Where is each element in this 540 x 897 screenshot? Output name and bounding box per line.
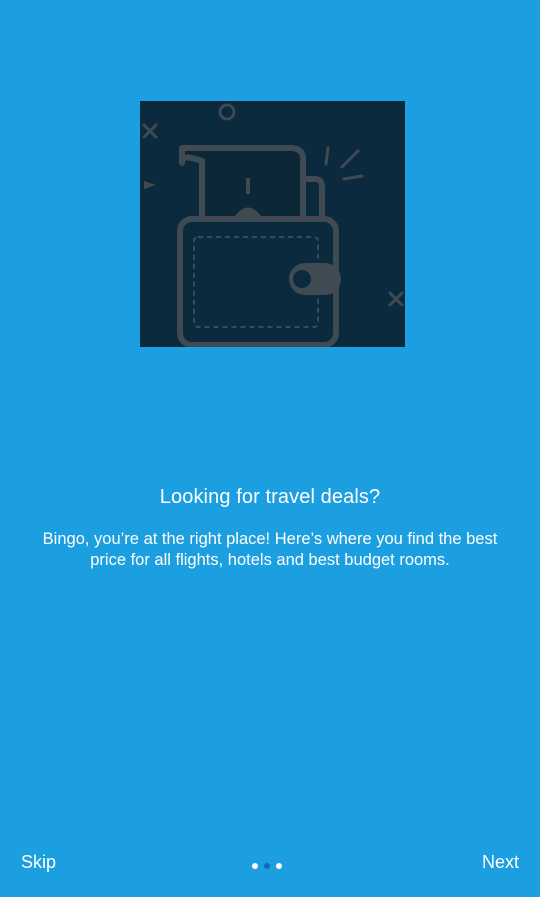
page-dot-1	[252, 863, 258, 869]
onboarding-description: Bingo, you’re at the right place! Here’s…	[42, 530, 498, 569]
page-dot-3	[276, 863, 282, 869]
page-dot-2-active	[264, 863, 270, 869]
skip-button[interactable]: Skip	[21, 852, 56, 873]
page-indicator	[252, 863, 282, 869]
next-button[interactable]: Next	[482, 852, 519, 873]
wallet-with-tickets-icon	[140, 101, 405, 347]
onboarding-title: Looking for travel deals?	[159, 486, 381, 508]
